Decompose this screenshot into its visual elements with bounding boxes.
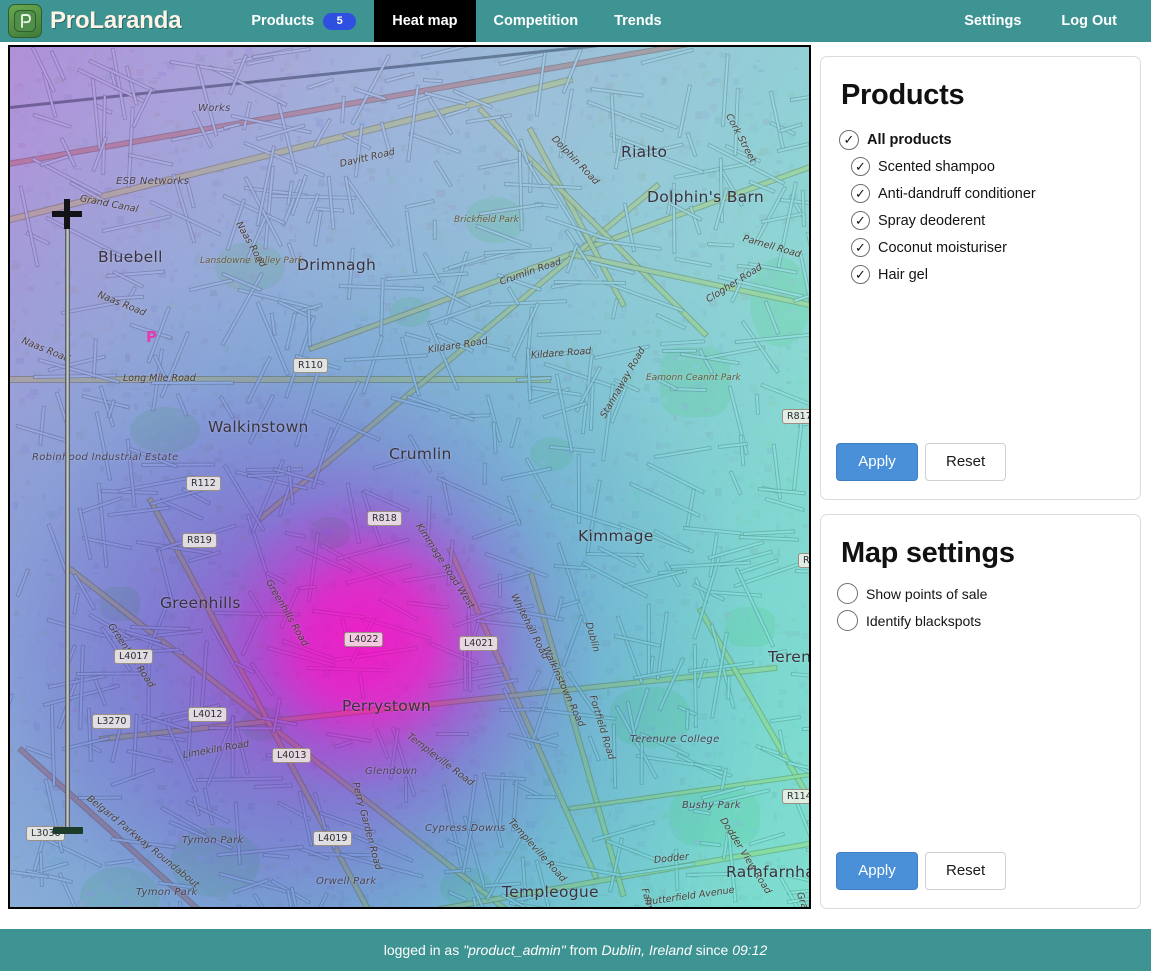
parking-p-icon: P [146,328,157,346]
checkbox-anti-dandruff-conditioner-checked-icon[interactable]: ✓ [851,184,870,203]
checkbox-label-anti-dandruff-conditioner: Anti-dandruff conditioner [878,186,1036,202]
nav-label-trends: Trends [614,13,662,29]
nav-item-products[interactable]: Products 5 [233,0,374,42]
map-road-shield: L4021 [459,636,498,651]
map-road-shield: R112 [186,476,221,491]
checkbox-row-identify-blackspots[interactable]: Identify blackspots [837,607,1140,634]
checkbox-coconut-moisturiser-checked-icon[interactable]: ✓ [851,238,870,257]
map-road-shield: L4017 [114,649,153,664]
checkbox-row-anti-dandruff-conditioner[interactable]: ✓ Anti-dandruff conditioner [839,180,1140,207]
app-root: ProLaranda Products 5 Heat map Competiti… [0,0,1151,971]
p-leaf-logo-icon [8,4,42,38]
nav-label-heat-map: Heat map [392,13,457,29]
checkbox-show-points-of-sale-unchecked-icon[interactable] [837,583,858,604]
nav-label-competition: Competition [494,13,579,29]
status-prefix: logged in as [384,942,463,958]
nav-item-heat-map[interactable]: Heat map [374,0,475,42]
map-road-shield: L4013 [272,748,311,763]
status-since-word: since [692,942,732,958]
map-settings-panel-title: Map settings [821,515,1140,570]
heat-overlay-tint [8,45,811,909]
map-settings-apply-button[interactable]: Apply [836,852,918,890]
nav-label-products: Products [251,13,314,29]
map-road-shield: R110 [293,358,328,373]
map-zoom-control[interactable] [50,197,86,847]
status-username: "product_admin" [463,942,566,958]
zoom-slider-track[interactable] [65,219,70,829]
products-reset-button[interactable]: Reset [925,443,1006,481]
map-settings-checkbox-list: Show points of sale Identify blackspots [821,570,1140,634]
brand-logo[interactable]: ProLaranda [0,0,181,42]
checkbox-label-spray-deoderent: Spray deoderent [878,213,985,229]
products-count-badge: 5 [323,13,356,30]
products-panel-title: Products [821,57,1140,112]
nav-item-log-out[interactable]: Log Out [1041,0,1137,42]
checkbox-spray-deoderent-checked-icon[interactable]: ✓ [851,211,870,230]
checkbox-row-hair-gel[interactable]: ✓ Hair gel [839,261,1140,288]
secondary-nav: Settings Log Out [944,0,1151,42]
map-road-shield: L4012 [188,707,227,722]
map-settings-reset-button[interactable]: Reset [925,852,1006,890]
map-settings-panel-actions: Apply Reset [836,852,1006,890]
map-road-shield: L4022 [344,632,383,647]
checkbox-row-all-products[interactable]: ✓ All products [839,126,1140,153]
checkbox-identify-blackspots-unchecked-icon[interactable] [837,610,858,631]
brand-name: ProLaranda [50,7,181,35]
checkbox-row-scented-shampoo[interactable]: ✓ Scented shampoo [839,153,1140,180]
checkbox-label-coconut-moisturiser: Coconut moisturiser [878,240,1007,256]
primary-nav: Products 5 Heat map Competition Trends [233,0,679,42]
checkbox-all-products-checked-icon[interactable]: ✓ [839,130,859,150]
checkbox-scented-shampoo-checked-icon[interactable]: ✓ [851,157,870,176]
map-road-shield: R114 [782,789,811,804]
products-apply-button[interactable]: Apply [836,443,918,481]
checkbox-row-show-points-of-sale[interactable]: Show points of sale [837,580,1140,607]
checkbox-label-scented-shampoo: Scented shampoo [878,159,995,175]
map-road-shield: R137 [798,553,811,568]
zoom-slider-handle[interactable] [53,827,83,834]
nav-item-settings[interactable]: Settings [944,0,1041,42]
map-road-shield: R818 [367,511,402,526]
nav-item-trends[interactable]: Trends [596,0,680,42]
checkbox-row-spray-deoderent[interactable]: ✓ Spray deoderent [839,207,1140,234]
nav-label-settings: Settings [964,13,1021,29]
status-mid: from [566,942,602,958]
map-road-shield: L3270 [92,714,131,729]
session-status-text: logged in as "product_admin" from Dublin… [384,942,768,958]
checkbox-hair-gel-checked-icon[interactable]: ✓ [851,265,870,284]
plus-crosshair-icon[interactable] [50,197,84,231]
map-road-shield: L4019 [313,831,352,846]
checkbox-label-hair-gel: Hair gel [878,267,928,283]
checkbox-label-identify-blackspots: Identify blackspots [866,613,981,629]
products-checkbox-list: ✓ All products ✓ Scented shampoo ✓ Anti-… [821,112,1140,288]
map-road-shield: R819 [182,533,217,548]
status-location: Dublin, Ireland [601,942,691,958]
checkbox-label-show-points-of-sale: Show points of sale [866,586,987,602]
nav-item-competition[interactable]: Competition [476,0,597,42]
status-bar: logged in as "product_admin" from Dublin… [0,929,1151,971]
map-settings-panel: Map settings Show points of sale Identif… [820,514,1141,909]
status-time: 09:12 [732,942,767,958]
map-road-shield: R817 [782,409,811,424]
checkbox-row-coconut-moisturiser[interactable]: ✓ Coconut moisturiser [839,234,1140,261]
nav-label-log-out: Log Out [1061,13,1117,29]
map-canvas[interactable]: BluebellDrimnaghRialtoDolphin's BarnWalk… [10,47,809,907]
products-filter-panel: Products ✓ All products ✓ Scented shampo… [820,56,1141,500]
products-panel-actions: Apply Reset [836,443,1006,481]
top-navigation-bar: ProLaranda Products 5 Heat map Competiti… [0,0,1151,42]
checkbox-label-all-products: All products [867,132,952,148]
heat-map-viewport[interactable]: BluebellDrimnaghRialtoDolphin's BarnWalk… [8,45,811,909]
